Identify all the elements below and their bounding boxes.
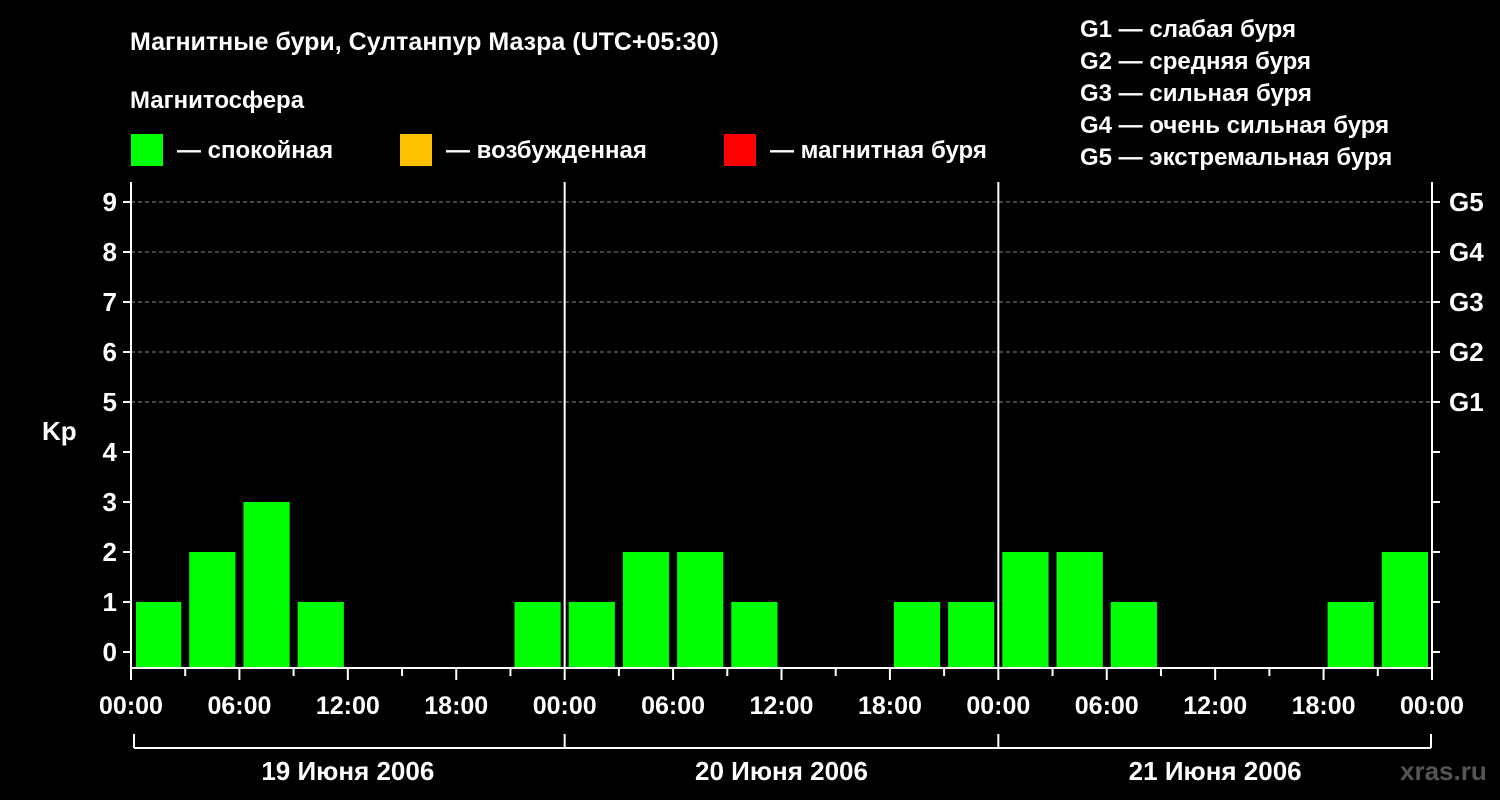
- kp-bars: [136, 502, 1428, 667]
- g-legend-item-2: G2 — средняя буря: [1080, 48, 1311, 75]
- kp-bar: [189, 552, 236, 667]
- y-tick-label: 8: [103, 237, 117, 267]
- x-tick-label: 00:00: [1400, 692, 1464, 720]
- y-tick-label: 1: [103, 587, 117, 617]
- y-tick-label: 2: [103, 537, 117, 567]
- legend-swatch-3: [724, 134, 756, 166]
- watermark: xras.ru: [1400, 756, 1487, 786]
- kp-bar: [243, 502, 290, 667]
- x-tick-label: 00:00: [966, 692, 1030, 720]
- kp-bar: [1002, 552, 1049, 667]
- kp-bar: [1056, 552, 1103, 667]
- x-tick-label: 12:00: [750, 692, 814, 720]
- kp-bar: [136, 602, 182, 667]
- x-tick-label: 06:00: [207, 692, 271, 720]
- y-axis-label: Kp: [42, 416, 77, 446]
- day-label: 20 Июня 2006: [695, 756, 868, 786]
- g-tick-label: G1: [1449, 387, 1484, 417]
- x-tick-label: 18:00: [1292, 692, 1356, 720]
- kp-chart: Магнитные бури, Султанпур Мазра (UTC+05:…: [42, 16, 1487, 786]
- g-legend-item-4: G4 — очень сильная буря: [1080, 112, 1389, 139]
- legend-label-2: — возбужденная: [446, 137, 647, 164]
- x-tick-label: 18:00: [858, 692, 922, 720]
- legend-label-3: — магнитная буря: [770, 137, 987, 164]
- x-tick-label: 06:00: [641, 692, 705, 720]
- g-tick-label: G2: [1449, 337, 1484, 367]
- x-tick-label: 12:00: [1183, 692, 1247, 720]
- state-legend: — спокойная — возбужденная — магнитная бур…: [131, 134, 987, 166]
- legend-label-1: — спокойная: [177, 137, 333, 164]
- kp-bar: [514, 602, 561, 667]
- kp-bar: [1327, 602, 1374, 667]
- g-tick-label: G3: [1449, 287, 1484, 317]
- x-tick-label: 00:00: [99, 692, 163, 720]
- y-tick-label: 5: [103, 387, 117, 417]
- grid-lines: [131, 201, 1432, 403]
- y-tick-label: 4: [103, 437, 118, 467]
- magnetosphere-label: Магнитосфера: [130, 87, 305, 114]
- y-tick-label: 6: [103, 337, 117, 367]
- g-scale-legend: G1 — слабая буря G2 — средняя буря G3 — си…: [1080, 16, 1392, 171]
- day-label: 19 Июня 2006: [261, 756, 434, 786]
- y-tick-label: 7: [103, 287, 117, 317]
- legend-swatch-2: [400, 134, 432, 166]
- kp-bar: [731, 602, 778, 667]
- day-label: 21 Июня 2006: [1129, 756, 1302, 786]
- x-tick-label: 18:00: [424, 692, 488, 720]
- kp-bar: [1381, 552, 1428, 667]
- axes: 0 1 2 3 4 5 6 7 8 9 G1 G2 G3 G4 G5 00:00 06:00 12:00 18:00…: [99, 182, 1484, 786]
- y-tick-label: 9: [103, 187, 117, 217]
- g-tick-label: G4: [1449, 237, 1484, 267]
- x-tick-label: 12:00: [316, 692, 380, 720]
- x-tick-label: 06:00: [1075, 692, 1139, 720]
- chart-title: Магнитные бури, Султанпур Мазра (UTC+05:…: [130, 28, 719, 56]
- y-tick-label: 0: [103, 637, 117, 667]
- legend-swatch-1: [131, 134, 163, 166]
- kp-bar: [622, 552, 670, 667]
- y-tick-label: 3: [103, 487, 117, 517]
- g-legend-item-5: G5 — экстремальная буря: [1080, 144, 1392, 171]
- kp-bar: [1110, 602, 1157, 667]
- kp-bar: [568, 602, 615, 667]
- kp-bar: [893, 602, 941, 667]
- g-legend-item-1: G1 — слабая буря: [1080, 16, 1296, 43]
- kp-bar: [677, 552, 724, 667]
- kp-bar: [948, 602, 995, 667]
- x-tick-label: 00:00: [533, 692, 597, 720]
- kp-bar: [297, 602, 344, 667]
- g-tick-label: G5: [1449, 187, 1484, 217]
- g-legend-item-3: G3 — сильная буря: [1080, 80, 1312, 107]
